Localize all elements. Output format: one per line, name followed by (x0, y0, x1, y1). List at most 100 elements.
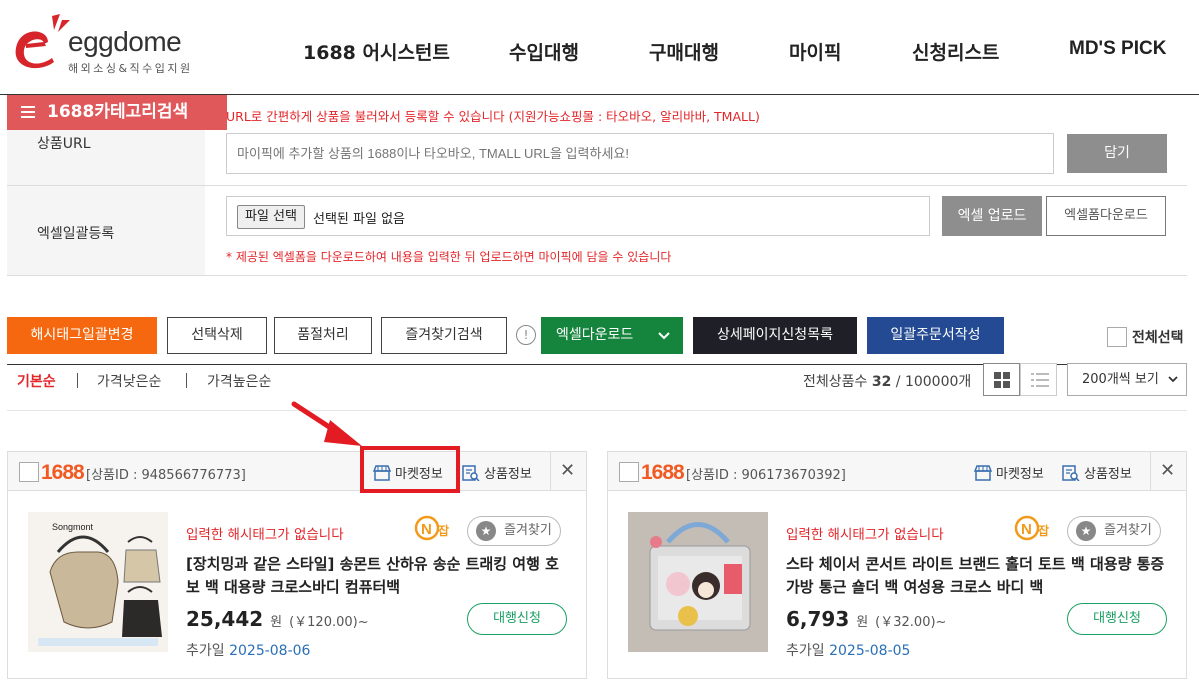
favorite-search-button[interactable]: 즐겨찾기검색 (381, 317, 507, 354)
hashtag-message: 입력한 해시태그가 없습니다 (186, 527, 344, 543)
close-icon[interactable]: ✕ (1160, 460, 1175, 481)
total-count: 전체상품수 32 / 100000개 (803, 371, 971, 391)
hashtag-message: 입력한 해시태그가 없습니다 (786, 527, 944, 543)
product-card-header: 1688 [상품ID : 948566776773] 마켓정보 상품정보 ✕ (8, 452, 586, 491)
product-select-checkbox[interactable] (19, 462, 39, 482)
product-price: 6,793 원 (￥32.00)~ (786, 607, 946, 631)
url-notice: URL로 간편하게 상품을 불러와서 등록할 수 있습니다 (지원가능쇼핑몰 :… (226, 109, 760, 124)
bulk-order-button[interactable]: 일괄주문서작성 (867, 317, 1004, 354)
nav-1688-assistant[interactable]: 1688 어시스턴트 (303, 38, 450, 65)
product-url-input[interactable] (226, 133, 1054, 174)
excel-upload-button[interactable]: 엑셀 업로드 (942, 196, 1042, 236)
excel-file-field[interactable]: 파일 선택 선택된 파일 없음 (226, 196, 930, 236)
nav-import-agency[interactable]: 수입대행 (509, 38, 579, 65)
eggdome-logo-icon[interactable] (8, 12, 74, 76)
nav-mds-pick[interactable]: MD'S PICK (1069, 38, 1166, 60)
price-krw: 25,442 (186, 607, 264, 631)
soldout-button[interactable]: 품절처리 (274, 317, 372, 354)
product-card-header: 1688 [상품ID : 906173670392] 마켓정보 상품정보 ✕ (608, 452, 1186, 491)
annotation-arrow-icon (291, 401, 362, 446)
site-header: eggdome 해외소싱&직수입지원 1688 어시스턴트 수입대행 구매대행 … (0, 0, 1199, 95)
divider (7, 410, 1187, 411)
svg-text:N: N (1021, 521, 1032, 538)
chevron-down-icon (658, 332, 670, 340)
n-tag-icon[interactable]: N 잡 (1014, 515, 1056, 541)
tote-bag-image (628, 512, 768, 652)
product-select-checkbox[interactable] (619, 462, 639, 482)
price-krw: 6,793 (786, 607, 850, 631)
sort-price-low-tab[interactable]: 가격낮은순 (97, 371, 161, 391)
added-date-value: 2025-08-06 (229, 643, 311, 659)
excel-form-download-button[interactable]: 엑셀폼다운로드 (1046, 196, 1166, 236)
svg-text:잡: 잡 (1038, 523, 1049, 538)
brand-1688-logo: 1688 (41, 461, 85, 484)
document-search-icon (1062, 465, 1080, 481)
star-icon: ★ (1076, 521, 1096, 541)
info-icon[interactable]: ! (516, 325, 536, 345)
detail-page-request-list-button[interactable]: 상세페이지신청목록 (693, 317, 857, 354)
added-date: 추가일 2025-08-06 (186, 640, 310, 660)
favorite-label: 즐겨찾기 (504, 523, 552, 538)
product-id: [상품ID : 948566776773] (86, 468, 246, 483)
nav-request-list[interactable]: 신청리스트 (912, 38, 999, 65)
logo-subtitle: 해외소싱&직수입지원 (68, 62, 193, 75)
sort-price-high-tab[interactable]: 가격높은순 (207, 371, 271, 391)
delete-selected-button[interactable]: 선택삭제 (167, 317, 267, 354)
document-search-icon (462, 465, 480, 481)
total-count-value: 32 (871, 374, 892, 390)
category-search-button[interactable]: 1688카테고리검색 (7, 95, 227, 130)
price-cny: (￥32.00)~ (875, 615, 947, 630)
star-icon: ★ (476, 521, 496, 541)
total-count-label: 전체상품수 (803, 374, 868, 390)
select-all-checkbox[interactable] (1107, 327, 1127, 347)
product-thumbnail[interactable]: Songmont (28, 512, 168, 652)
per-page-value: 200개씩 보기 (1082, 372, 1159, 387)
divider (7, 275, 1187, 276)
product-price: 25,442 원 (￥120.00)~ (186, 607, 369, 631)
store-icon (974, 465, 992, 481)
added-date-value: 2025-08-05 (829, 643, 911, 659)
close-icon[interactable]: ✕ (560, 460, 575, 481)
file-select-button[interactable]: 파일 선택 (237, 205, 305, 229)
agency-request-button[interactable]: 대행신청 (467, 603, 567, 635)
nav-purchase-agency[interactable]: 구매대행 (649, 38, 719, 65)
product-id: [상품ID : 906173670392] (686, 468, 846, 483)
add-url-button[interactable]: 담기 (1067, 134, 1167, 173)
n-tag-icon[interactable]: N 잡 (414, 515, 456, 541)
separator (77, 373, 78, 388)
excel-download-label: 엑셀다운로드 (556, 327, 634, 343)
product-info-link[interactable]: 상품정보 (1062, 463, 1132, 482)
added-date: 추가일 2025-08-05 (786, 640, 910, 660)
price-cny: (￥120.00)~ (289, 615, 369, 630)
product-info-link[interactable]: 상품정보 (462, 463, 532, 482)
favorite-label: 즐겨찾기 (1104, 523, 1152, 538)
select-all-label[interactable]: 전체선택 (1132, 327, 1184, 347)
svg-text:N: N (421, 521, 432, 538)
agency-request-button[interactable]: 대행신청 (1067, 603, 1167, 635)
svg-text:잡: 잡 (438, 523, 449, 538)
sort-default-tab[interactable]: 기본순 (17, 371, 56, 391)
product-title[interactable]: [장치밍과 같은 스타일] 송몬트 산하유 송순 트래킹 여행 호보 백 대용량… (186, 553, 572, 599)
list-view-button[interactable] (1020, 363, 1057, 396)
market-info-link[interactable]: 마켓정보 (974, 463, 1044, 482)
added-label: 추가일 (186, 643, 225, 659)
excel-download-dropdown[interactable]: 엑셀다운로드 (541, 317, 683, 354)
favorite-button[interactable]: ★ 즐겨찾기 (467, 516, 561, 546)
product-title[interactable]: 스타 체이서 콘서트 라이트 브랜드 홀더 토트 백 대용량 통증 가방 통근 … (786, 553, 1172, 599)
brand-1688-logo: 1688 (641, 461, 685, 484)
list-view-icon (1031, 373, 1049, 387)
grid-view-button[interactable] (983, 363, 1020, 396)
price-unit: 원 (270, 615, 283, 630)
price-unit: 원 (856, 615, 869, 630)
hashtag-bulk-change-button[interactable]: 해시태그일괄변경 (7, 317, 157, 354)
per-page-select[interactable]: 200개씩 보기 (1067, 363, 1187, 396)
total-count-max: / 100000개 (895, 374, 972, 390)
divider (1150, 452, 1151, 491)
product-thumbnail[interactable] (628, 512, 768, 652)
handbag-image: Songmont (28, 512, 168, 652)
market-info-label: 마켓정보 (996, 467, 1044, 482)
nav-mypick[interactable]: 마이픽 (789, 38, 841, 65)
logo-text[interactable]: eggdome (68, 26, 182, 58)
favorite-button[interactable]: ★ 즐겨찾기 (1067, 516, 1161, 546)
grid-view-icon (994, 372, 1010, 388)
